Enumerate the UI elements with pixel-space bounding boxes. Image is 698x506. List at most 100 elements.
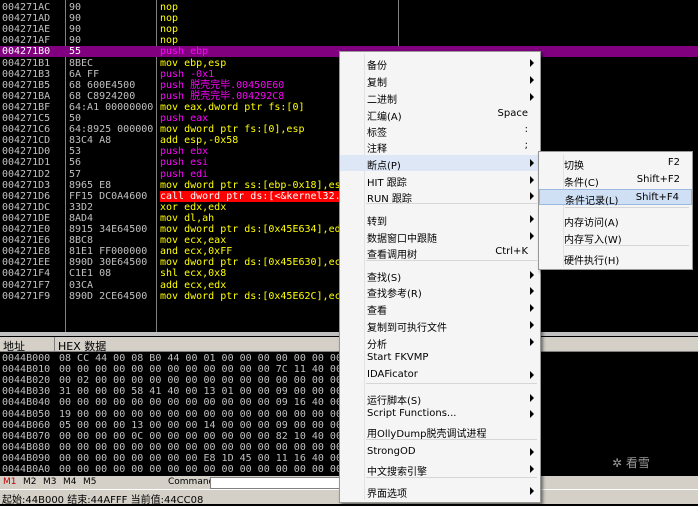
menu-item-label: 查看 [367, 306, 387, 317]
submenu-arrow-icon [530, 321, 534, 329]
menu-item[interactable]: 转到 [340, 211, 540, 228]
submenu-arrow-icon [530, 338, 534, 346]
submenu-arrow-icon [530, 487, 534, 495]
tab-m3[interactable]: M3 [43, 477, 57, 487]
tab-m5[interactable]: M5 [83, 477, 97, 487]
hex-bytes-cell: 890D 30E64500 [69, 257, 148, 269]
hex-bytes-cell: 50 [69, 113, 82, 124]
menu-item[interactable]: 查找参考(R) [340, 283, 540, 300]
hex-bytes-cell: FF15 DC0A4600 [69, 190, 148, 202]
menu-item[interactable]: 运行脚本(S) [340, 390, 540, 407]
status-text: 起始:44B000 结束:44AFFF 当前值:44CC08 [2, 495, 204, 506]
address-cell: 004271E0 [2, 224, 51, 235]
instruction-cell: push 脱壳完毕.004292C8 [160, 90, 285, 102]
menu-item-label: 备份 [367, 61, 387, 72]
tab-m1[interactable]: M1 [3, 477, 17, 487]
submenu-arrow-icon [530, 394, 534, 402]
submenu-item[interactable]: 条件记录(L) Shift+F4 [539, 189, 692, 207]
submenu-arrow-icon [530, 176, 534, 184]
menu-item-label: 条件记录(L) [565, 196, 619, 207]
menu-item-label: 标签 [367, 128, 387, 139]
menu-item[interactable]: 标签: [340, 122, 540, 139]
tab-m4[interactable]: M4 [63, 477, 77, 487]
snowflake-icon: ✲ [612, 456, 623, 470]
instruction-cell: push ebx [160, 146, 209, 158]
hex-bytes-cell: 08 CC 44 00 08 B0 44 00 01 00 00 00 00 0… [59, 353, 342, 364]
menu-item[interactable]: Start FKVMP [340, 350, 540, 366]
address-cell: 0044B030 [2, 386, 51, 398]
instruction-cell: call dword ptr ds:[<&kernel32. [160, 190, 341, 202]
submenu-arrow-icon [530, 159, 534, 167]
menu-item[interactable]: StrongOD [340, 444, 540, 460]
hex-bytes-cell: 53 [69, 146, 82, 158]
menu-item[interactable]: 复制到可执行文件 [340, 317, 540, 334]
instruction-cell: mov dl,ah [160, 212, 215, 224]
hex-bytes-cell: 8BEC [69, 57, 94, 69]
header-divider [54, 337, 55, 351]
submenu-item[interactable]: 内存访问(A) [539, 212, 692, 229]
menu-item[interactable]: RUN 跟踪 [340, 188, 540, 205]
submenu-item[interactable]: 条件(C) Shift+F2 [539, 172, 692, 189]
menu-item-label: Script Functions... [367, 408, 457, 419]
menu-item[interactable]: 查看 [340, 300, 540, 317]
menu-item[interactable]: 汇编(A) Space [340, 106, 540, 123]
hex-bytes-cell: 00 02 00 00 00 00 00 00 00 00 00 00 00 0… [59, 375, 342, 387]
submenu-item[interactable]: 切换 F2 [539, 155, 692, 172]
menu-item-label: 切换 [564, 161, 584, 172]
hex-bytes-cell: 8AD4 [69, 212, 94, 224]
menu-item[interactable]: 备份 [340, 55, 540, 72]
menu-shortcut: Space [497, 108, 528, 119]
menu-item[interactable]: 中文搜索引擎 [340, 461, 540, 478]
disasm-row[interactable]: 004271AE 90 nop [0, 24, 698, 35]
hex-bytes-cell: 33D2 [69, 201, 94, 213]
hex-bytes-cell: 05 00 00 00 13 00 00 00 14 00 00 00 09 0… [59, 419, 342, 431]
submenu-item[interactable]: 硬件执行(H) [539, 250, 692, 267]
hex-bytes-cell: 90 [69, 13, 82, 25]
address-cell: 004271F4 [2, 268, 51, 280]
menu-item[interactable]: 查找(S) [340, 267, 540, 284]
instruction-cell: mov ecx,eax [160, 235, 227, 247]
menu-item[interactable]: 查看调用树 Ctrl+K [340, 244, 540, 261]
menu-shortcut: ; [524, 140, 528, 151]
hex-bytes-cell: 55 [69, 46, 82, 58]
instruction-cell: and ecx,0xFF [160, 246, 233, 258]
menu-item[interactable]: 注释; [340, 138, 540, 155]
instruction-cell: push eax [160, 113, 209, 124]
disasm-row[interactable]: 004271AC 90 nop [0, 2, 698, 13]
submenu-arrow-icon [530, 448, 534, 456]
menu-item[interactable]: 界面选项 [340, 483, 540, 500]
menu-item[interactable]: Script Functions... [340, 406, 540, 422]
address-cell: 004271B1 [2, 57, 51, 69]
address-cell: 004271AC [2, 2, 51, 13]
hex-bytes-cell: 90 [69, 24, 82, 36]
hex-bytes-cell: 64:A1 00000000 [69, 101, 154, 113]
menu-item[interactable]: 二进制 [340, 89, 540, 106]
hex-bytes-cell: 31 00 00 00 58 41 40 00 13 01 00 00 09 0… [59, 386, 342, 398]
menu-item-label: 复制到可执行文件 [367, 323, 447, 334]
menu-item-label: 查找参考(R) [367, 289, 422, 300]
tab-m2[interactable]: M2 [23, 477, 37, 487]
instruction-cell: mov dword ptr ds:[0x45E630],ec [160, 257, 341, 269]
menu-item[interactable]: 断点(P) [340, 155, 540, 172]
address-cell: 004271B3 [2, 68, 51, 80]
menu-item[interactable]: 数据窗口中跟随 [340, 228, 540, 245]
hex-bytes-cell: 19 00 00 00 00 00 00 00 00 00 00 00 00 0… [59, 408, 342, 420]
menu-item[interactable]: 分析 [340, 334, 540, 351]
submenu-item[interactable]: 内存写入(W) [539, 229, 692, 246]
menu-item[interactable]: HIT 跟踪 [340, 172, 540, 189]
disasm-row[interactable]: 004271AD 90 nop [0, 13, 698, 24]
address-cell: 0044B050 [2, 408, 51, 420]
menu-item[interactable]: 复制 [340, 72, 540, 89]
address-cell: 004271F7 [2, 279, 51, 291]
hex-bytes-cell: 8BC8 [69, 235, 94, 247]
menu-item[interactable]: IDAFicator [340, 367, 540, 383]
instruction-cell: nop [160, 35, 179, 47]
address-cell: 0044B0A0 [2, 464, 51, 475]
instruction-cell: push edi [160, 168, 209, 180]
command-input[interactable] [210, 477, 342, 489]
menu-shortcut: Shift+F2 [636, 174, 680, 185]
menu-item-label: 查看调用树 [367, 250, 417, 261]
menu-item[interactable]: 用OllyDump脱壳调试进程 [340, 423, 540, 440]
disasm-row[interactable]: 004271AF 90 nop [0, 35, 698, 46]
address-cell: 004271B0 [2, 46, 51, 58]
